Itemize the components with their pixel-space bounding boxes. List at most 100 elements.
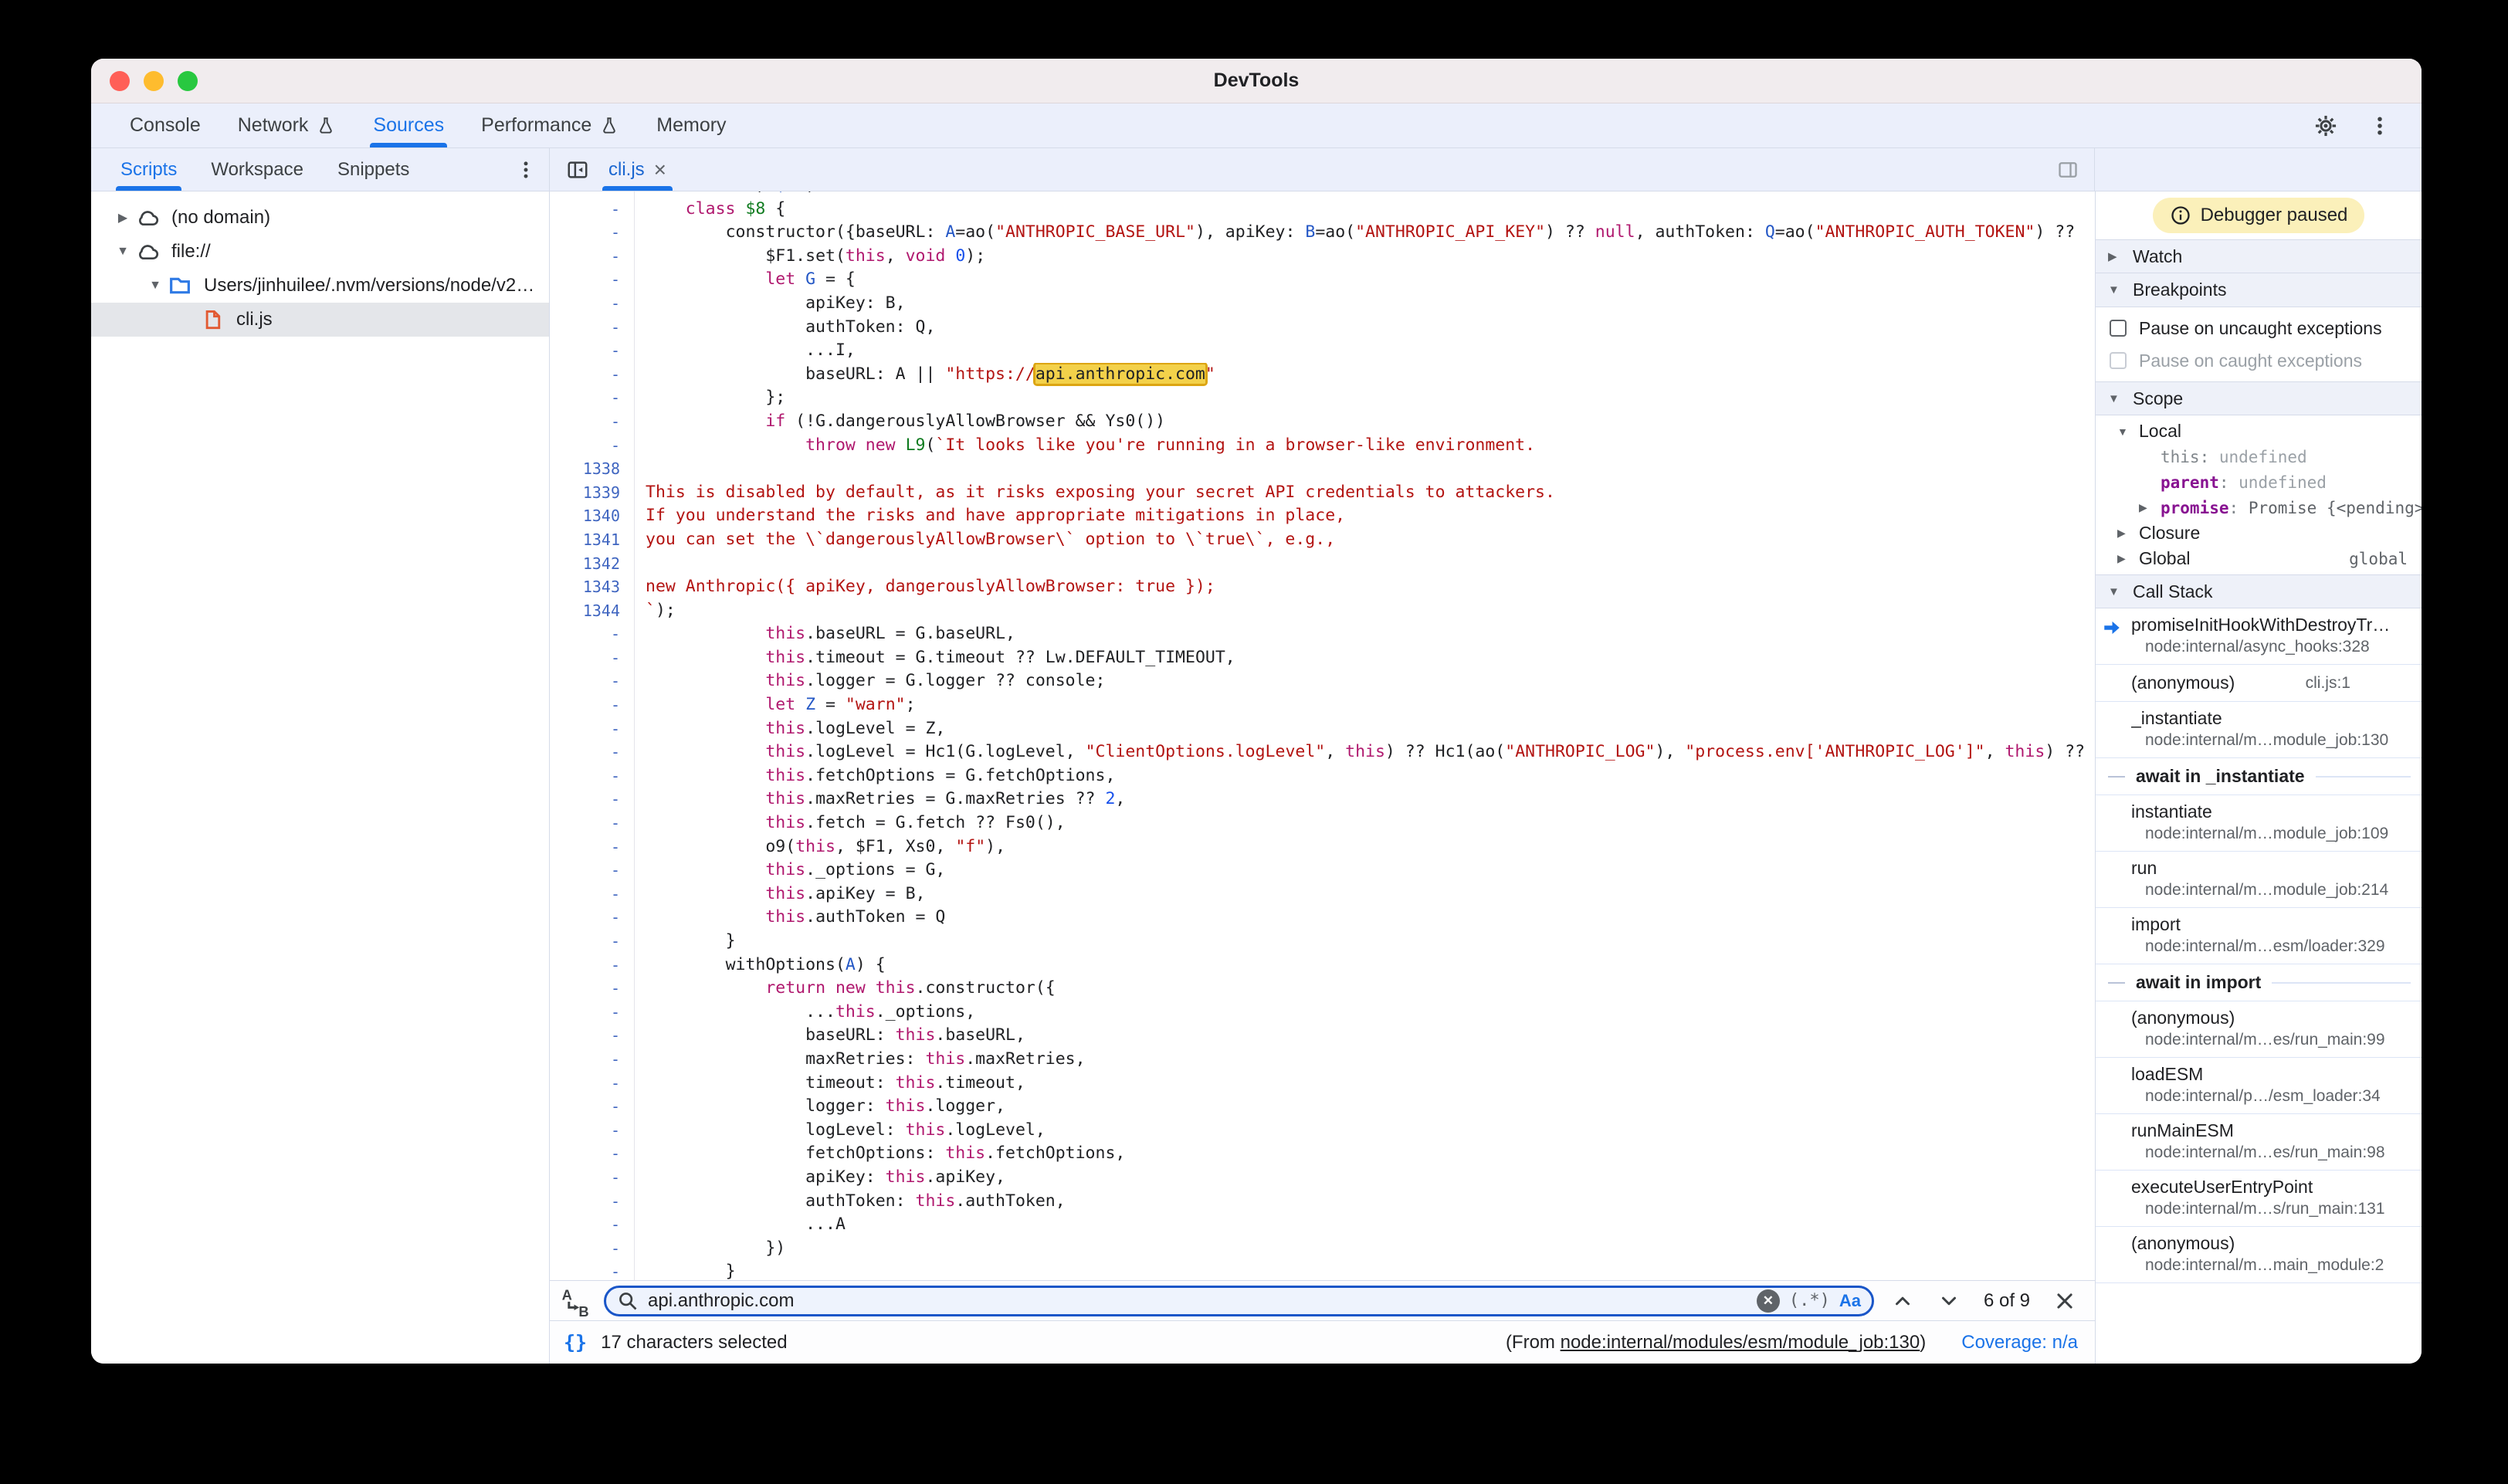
frame-location[interactable]: node:internal/m…es/run_main:98 — [2131, 1143, 2415, 1162]
callstack-frame[interactable]: (anonymous)node:internal/m…main_module:2 — [2096, 1227, 2422, 1283]
line-number-gutter[interactable]: - — [550, 1001, 635, 1025]
checkbox-unchecked[interactable] — [2110, 320, 2127, 337]
main-tab-performance[interactable]: Performance — [463, 103, 638, 147]
line-number-gutter[interactable]: - — [550, 268, 635, 292]
code-editor[interactable]: var Xs0, $F1;- class $8 {- constructor({… — [550, 191, 2095, 1280]
breakpoint-option[interactable]: Pause on caught exceptions — [2096, 344, 2422, 377]
tree-item-cli-js[interactable]: cli.js — [91, 303, 549, 337]
line-number-gutter[interactable]: - — [550, 1142, 635, 1166]
line-number-gutter[interactable]: 1344 — [550, 599, 635, 623]
file-tab-clijs[interactable]: cli.js × — [595, 148, 680, 191]
pretty-print-icon[interactable]: {} — [564, 1331, 587, 1354]
chevron-down-icon[interactable]: ▼ — [2117, 425, 2139, 438]
chevron-right-icon[interactable]: ▶ — [2117, 527, 2139, 540]
line-number-gutter[interactable]: - — [550, 1048, 635, 1072]
main-tab-sources[interactable]: Sources — [354, 103, 463, 147]
navigator-tab-scripts[interactable]: Scripts — [103, 148, 194, 191]
line-number-gutter[interactable]: - — [550, 740, 635, 764]
line-number-gutter[interactable]: - — [550, 1213, 635, 1237]
chevron-down-icon[interactable]: ▼ — [144, 279, 167, 293]
line-number-gutter[interactable]: 1339 — [550, 481, 635, 505]
settings-button[interactable] — [2309, 109, 2343, 143]
line-number-gutter[interactable]: - — [550, 693, 635, 717]
line-number-gutter[interactable]: - — [550, 883, 635, 906]
line-number-gutter[interactable]: - — [550, 977, 635, 1001]
frame-location[interactable]: node:internal/m…module_job:214 — [2131, 881, 2415, 900]
line-number-gutter[interactable]: - — [550, 1119, 635, 1143]
line-number-gutter[interactable]: - — [550, 811, 635, 835]
search-input[interactable] — [648, 1290, 1747, 1312]
coverage-link[interactable]: Coverage: n/a — [1961, 1332, 2078, 1354]
toggle-debugger-sidebar-button[interactable] — [2051, 153, 2085, 187]
frame-location[interactable]: node:internal/m…esm/loader:329 — [2131, 937, 2415, 956]
line-number-gutter[interactable]: - — [550, 410, 635, 434]
frame-location[interactable]: node:internal/p…/esm_loader:34 — [2131, 1087, 2415, 1106]
chevron-right-icon[interactable]: ▶ — [2139, 501, 2161, 514]
line-number-gutter[interactable]: - — [550, 316, 635, 340]
callstack-section-header[interactable]: ▼ Call Stack — [2096, 574, 2422, 608]
line-number-gutter[interactable]: 1342 — [550, 552, 635, 576]
chevron-down-icon[interactable]: ▼ — [111, 245, 134, 259]
scope-variable-promise[interactable]: ▶promise: Promise {<pending>} — [2096, 495, 2422, 520]
line-number-gutter[interactable]: - — [550, 1260, 635, 1280]
source-map-link[interactable]: node:internal/modules/esm/module_job:130 — [1561, 1332, 1920, 1353]
tree-item-file-[interactable]: ▼file:// — [91, 235, 549, 269]
line-number-gutter[interactable]: - — [550, 906, 635, 930]
frame-location[interactable]: node:internal/m…s/run_main:131 — [2131, 1200, 2415, 1218]
line-number-gutter[interactable]: 1341 — [550, 528, 635, 552]
minimize-window-button[interactable] — [144, 71, 164, 91]
callstack-frame[interactable]: (anonymous)node:internal/m…es/run_main:9… — [2096, 1001, 2422, 1058]
line-number-gutter[interactable]: - — [550, 930, 635, 954]
scope-group-local[interactable]: ▼Local — [2096, 418, 2422, 444]
more-button[interactable] — [2363, 109, 2397, 143]
callstack-frame[interactable]: _instantiatenode:internal/m…module_job:1… — [2096, 702, 2422, 758]
main-tab-memory[interactable]: Memory — [638, 103, 744, 147]
main-tab-console[interactable]: Console — [111, 103, 219, 147]
navigator-tab-workspace[interactable]: Workspace — [194, 148, 320, 191]
line-number-gutter[interactable]: - — [550, 198, 635, 222]
line-number-gutter[interactable]: - — [550, 292, 635, 316]
line-number-gutter[interactable]: - — [550, 1237, 635, 1261]
frame-location[interactable]: node:internal/m…module_job:109 — [2131, 825, 2415, 843]
checkbox-unchecked[interactable] — [2110, 352, 2127, 369]
callstack-frame[interactable]: importnode:internal/m…esm/loader:329 — [2096, 908, 2422, 964]
scope-variable-parent[interactable]: parent: undefined — [2096, 469, 2422, 495]
line-number-gutter[interactable]: - — [550, 386, 635, 410]
toggle-navigator-button[interactable] — [561, 153, 595, 187]
frame-location[interactable]: cli.js:1 — [2306, 674, 2350, 693]
callstack-frame[interactable]: instantiatenode:internal/m…module_job:10… — [2096, 795, 2422, 852]
callstack-frame[interactable]: promiseInitHookWithDestroyTr…node:intern… — [2096, 608, 2422, 665]
search-field[interactable]: ✕ (.*) Aa — [604, 1286, 1874, 1316]
line-number-gutter[interactable]: 1338 — [550, 457, 635, 481]
chevron-right-icon[interactable]: ▶ — [2117, 552, 2139, 565]
breakpoints-section-header[interactable]: ▼ Breakpoints — [2096, 273, 2422, 307]
breakpoint-option[interactable]: Pause on uncaught exceptions — [2096, 312, 2422, 344]
line-number-gutter[interactable]: - — [550, 221, 635, 245]
navigator-more-button[interactable] — [509, 153, 543, 187]
watch-section-header[interactable]: ▶ Watch — [2096, 239, 2422, 273]
scope-group-global[interactable]: ▶Globalglobal — [2096, 546, 2422, 571]
line-number-gutter[interactable]: - — [550, 717, 635, 741]
frame-location[interactable]: node:internal/m…main_module:2 — [2131, 1256, 2415, 1275]
main-tab-network[interactable]: Network — [219, 103, 355, 147]
line-number-gutter[interactable]: - — [550, 363, 635, 387]
close-find-bar-button[interactable] — [2053, 1289, 2076, 1313]
line-number-gutter[interactable]: - — [550, 859, 635, 883]
line-number-gutter[interactable]: 1343 — [550, 575, 635, 599]
close-tab-icon[interactable]: × — [654, 159, 666, 181]
frame-location[interactable]: node:internal/async_hooks:328 — [2131, 638, 2415, 656]
frame-location[interactable]: node:internal/m…es/run_main:99 — [2131, 1031, 2415, 1049]
next-match-button[interactable] — [1937, 1289, 1961, 1313]
line-number-gutter[interactable]: - — [550, 669, 635, 693]
callstack-frame[interactable]: loadESMnode:internal/p…/esm_loader:34 — [2096, 1058, 2422, 1114]
tree-item--no-domain-[interactable]: ▶(no domain) — [91, 201, 549, 235]
line-number-gutter[interactable]: - — [550, 339, 635, 363]
line-number-gutter[interactable]: - — [550, 622, 635, 646]
line-number-gutter[interactable]: - — [550, 1024, 635, 1048]
scope-variable-this[interactable]: this: undefined — [2096, 444, 2422, 469]
callstack-frame[interactable]: executeUserEntryPointnode:internal/m…s/r… — [2096, 1171, 2422, 1227]
line-number-gutter[interactable]: - — [550, 434, 635, 458]
frame-location[interactable]: node:internal/m…module_job:130 — [2131, 731, 2415, 750]
regex-toggle[interactable]: (.*) — [1789, 1291, 1830, 1310]
line-number-gutter[interactable]: - — [550, 835, 635, 859]
